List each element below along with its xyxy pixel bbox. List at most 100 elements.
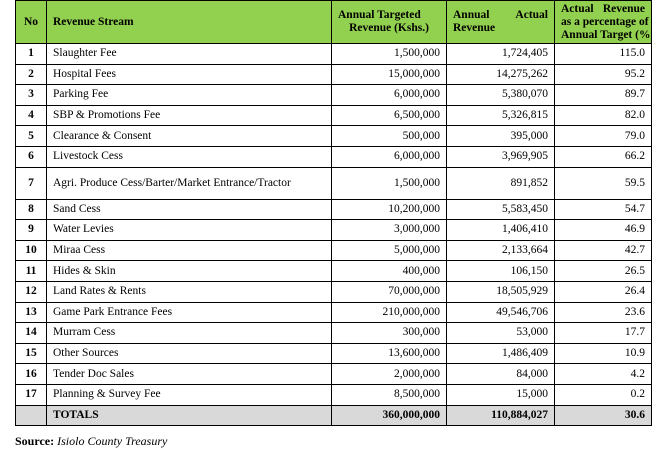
cell-no: 10 bbox=[15, 239, 47, 262]
cell-actual: 14,275,262 bbox=[446, 63, 555, 86]
col-header-pct-line1a: Actual bbox=[561, 2, 594, 15]
col-header-pct-line3: Annual Target (%) bbox=[561, 28, 652, 41]
cell-stream: Planning & Survey Fee bbox=[46, 383, 332, 406]
cell-target: 210,000,000 bbox=[331, 301, 447, 324]
cell-stream: Murram Cess bbox=[46, 322, 332, 344]
table-row: 12 Land Rates & Rents 70,000,000 18,505,929… bbox=[15, 280, 652, 303]
cell-no: 16 bbox=[15, 363, 47, 385]
cell-actual: 53,000 bbox=[446, 322, 555, 344]
cell-stream: Sand Cess bbox=[46, 198, 332, 221]
cell-stream: Parking Fee bbox=[46, 84, 332, 106]
cell-stream: SBP & Promotions Fee bbox=[46, 104, 332, 127]
cell-stream: Livestock Cess bbox=[46, 145, 332, 168]
cell-stream: Hides & Skin bbox=[46, 260, 332, 282]
table-row: 10 Miraa Cess 5,000,000 2,133,664 42.7 bbox=[15, 239, 652, 262]
cell-stream: Land Rates & Rents bbox=[46, 280, 332, 303]
cell-target: 6,000,000 bbox=[331, 145, 447, 168]
cell-target: 1,500,000 bbox=[331, 166, 447, 200]
cell-pct: 59.5 bbox=[554, 166, 652, 200]
cell-actual: 84,000 bbox=[446, 363, 555, 385]
revenue-table: No Revenue Stream Annual Targeted Revenu… bbox=[15, 0, 652, 427]
col-header-actual-line1b: Actual bbox=[515, 9, 548, 21]
cell-no: 1 bbox=[15, 43, 47, 65]
cell-pct: 17.7 bbox=[554, 322, 652, 344]
cell-no: 6 bbox=[15, 145, 47, 168]
cell-stream: Other Sources bbox=[46, 342, 332, 365]
cell-target: 1,500,000 bbox=[331, 43, 447, 65]
cell-target: 2,000,000 bbox=[331, 363, 447, 385]
cell-no: 14 bbox=[15, 322, 47, 344]
cell-actual: 15,000 bbox=[446, 383, 555, 406]
table-row: 17 Planning & Survey Fee 8,500,000 15,000 0.… bbox=[15, 383, 652, 406]
header-row: No Revenue Stream Annual Targeted Revenu… bbox=[15, 0, 652, 44]
table-row: 2 Hospital Fees 15,000,000 14,275,262 95.2 bbox=[15, 63, 652, 86]
cell-target: 8,500,000 bbox=[331, 383, 447, 406]
cell-pct: 89.7 bbox=[554, 84, 652, 106]
col-header-pct-line2: as a percentage of bbox=[561, 15, 649, 28]
cell-stream: Hospital Fees bbox=[46, 63, 332, 86]
cell-no: 17 bbox=[15, 383, 47, 406]
cell-target: 15,000,000 bbox=[331, 63, 447, 86]
table-row: 16 Tender Doc Sales 2,000,000 84,000 4.2 bbox=[15, 363, 652, 385]
table-row: 4 SBP & Promotions Fee 6,500,000 5,326,815 8… bbox=[15, 104, 652, 127]
cell-no: 12 bbox=[15, 280, 47, 303]
cell-pct: 23.6 bbox=[554, 301, 652, 324]
cell-actual: 106,150 bbox=[446, 260, 555, 282]
cell-target: 5,000,000 bbox=[331, 239, 447, 262]
col-header-no: No bbox=[15, 0, 47, 44]
table-row: 13 Game Park Entrance Fees 210,000,000 49,5… bbox=[15, 301, 652, 324]
cell-target: 500,000 bbox=[331, 125, 447, 147]
cell-no: 3 bbox=[15, 84, 47, 106]
cell-stream: Miraa Cess bbox=[46, 239, 332, 262]
table-row: 5 Clearance & Consent 500,000 395,000 79.0 bbox=[15, 125, 652, 147]
source-note: Source: Isiolo County Treasury bbox=[15, 434, 167, 449]
cell-target: 70,000,000 bbox=[331, 280, 447, 303]
cell-actual: 49,546,706 bbox=[446, 301, 555, 324]
cell-pct: 115.0 bbox=[554, 43, 652, 65]
totals-label: TOTALS bbox=[46, 404, 332, 427]
cell-pct: 0.2 bbox=[554, 383, 652, 406]
cell-no: 2 bbox=[15, 63, 47, 86]
cell-actual: 3,969,905 bbox=[446, 145, 555, 168]
cell-stream: Game Park Entrance Fees bbox=[46, 301, 332, 324]
cell-pct: 46.9 bbox=[554, 219, 652, 241]
table-row: 3 Parking Fee 6,000,000 5,380,070 89.7 bbox=[15, 84, 652, 106]
cell-pct: 4.2 bbox=[554, 363, 652, 385]
cell-pct: 26.4 bbox=[554, 280, 652, 303]
table-row: 11 Hides & Skin 400,000 106,150 26.5 bbox=[15, 260, 652, 282]
cell-actual: 5,583,450 bbox=[446, 198, 555, 221]
table-row: 1 Slaughter Fee 1,500,000 1,724,405 115.0 bbox=[15, 43, 652, 65]
cell-stream: Tender Doc Sales bbox=[46, 363, 332, 385]
cell-actual: 1,724,405 bbox=[446, 43, 555, 65]
col-header-actual-line2: Revenue bbox=[453, 22, 496, 34]
cell-no: 5 bbox=[15, 125, 47, 147]
cell-actual: 1,486,409 bbox=[446, 342, 555, 365]
cell-stream: Water Levies bbox=[46, 219, 332, 241]
cell-pct: 54.7 bbox=[554, 198, 652, 221]
cell-actual: 5,380,070 bbox=[446, 84, 555, 106]
cell-no: 7 bbox=[15, 166, 47, 200]
cell-pct: 66.2 bbox=[554, 145, 652, 168]
cell-target: 400,000 bbox=[331, 260, 447, 282]
cell-actual: 2,133,664 bbox=[446, 239, 555, 262]
table-row: 14 Murram Cess 300,000 53,000 17.7 bbox=[15, 322, 652, 344]
cell-no: 8 bbox=[15, 198, 47, 221]
cell-stream: Clearance & Consent bbox=[46, 125, 332, 147]
source-label: Source: bbox=[15, 434, 55, 448]
cell-target: 6,500,000 bbox=[331, 104, 447, 127]
col-header-actual: Annual Actual Revenue bbox=[446, 0, 555, 44]
cell-no: 13 bbox=[15, 301, 47, 324]
totals-actual: 110,884,027 bbox=[446, 404, 555, 427]
cell-actual: 18,505,929 bbox=[446, 280, 555, 303]
cell-target: 6,000,000 bbox=[331, 84, 447, 106]
col-header-pct: Actual Revenue as a percentage of Annual … bbox=[554, 0, 652, 44]
cell-no: 9 bbox=[15, 219, 47, 241]
col-header-target: Annual Targeted Revenue (Kshs.) bbox=[331, 0, 447, 44]
table-row: 15 Other Sources 13,600,000 1,486,409 10.9 bbox=[15, 342, 652, 365]
col-header-target-line2: Revenue (Kshs.) bbox=[349, 22, 429, 34]
cell-pct: 26.5 bbox=[554, 260, 652, 282]
col-header-target-line1: Annual Targeted bbox=[338, 9, 421, 21]
table-row: 9 Water Levies 3,000,000 1,406,410 46.9 bbox=[15, 219, 652, 241]
cell-stream: Agri. Produce Cess/Barter/Market Entranc… bbox=[46, 166, 332, 200]
col-header-actual-line1a: Annual bbox=[453, 9, 490, 21]
